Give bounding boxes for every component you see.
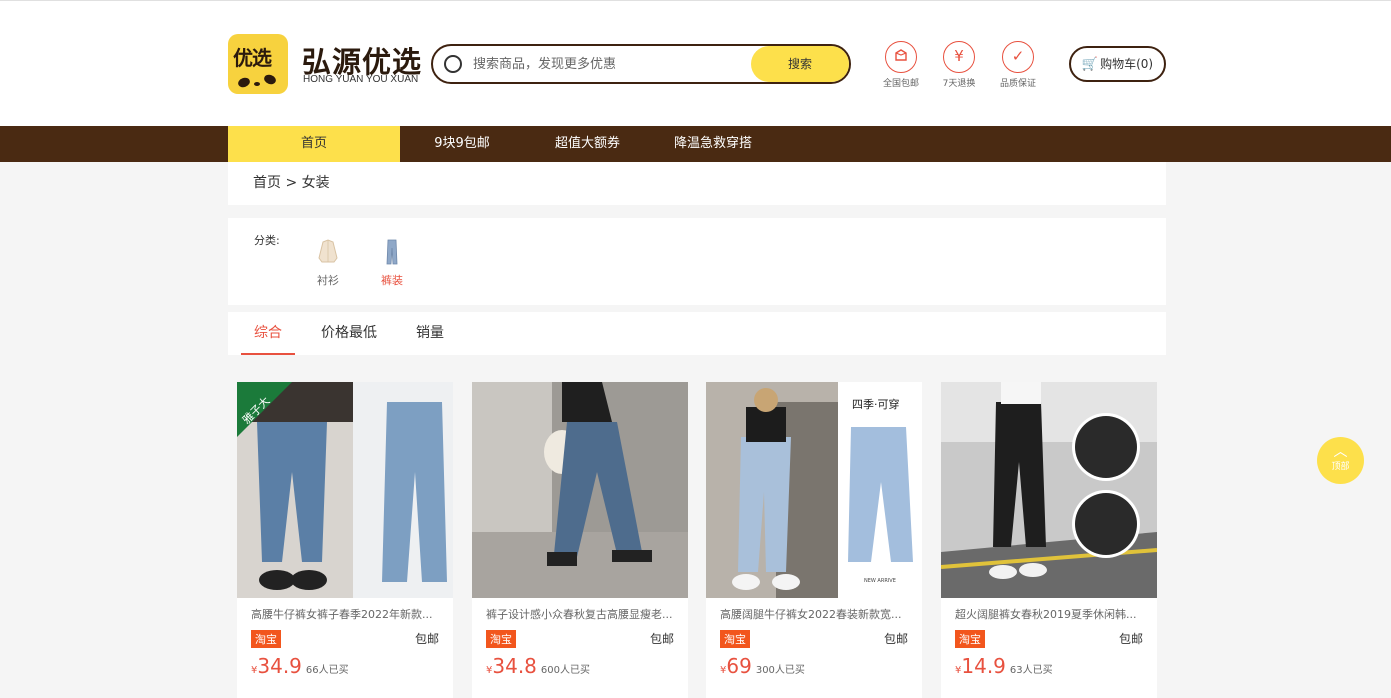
sort-tab-sales[interactable]: 销量 (412, 312, 448, 355)
search-icon (444, 55, 462, 73)
category-name: 衬衫 (317, 274, 339, 287)
breadcrumb[interactable]: 首页 > 女装 (228, 162, 1166, 205)
cart-label: 购物车(0) (1100, 57, 1154, 71)
nav-item-coupon[interactable]: 超值大额券 (540, 126, 635, 162)
panda-nose-icon (254, 82, 260, 86)
shipping-label: 包邮 (414, 632, 439, 646)
back-to-top-label: 顶部 (1331, 462, 1350, 472)
panda-eye-icon (236, 76, 252, 89)
product-banner-sub: NEW ARRIVE (864, 578, 896, 584)
nav-item-home[interactable]: 首页 (228, 126, 400, 162)
price-row: ¥69 300人已买 (720, 654, 908, 678)
shipping-label: 包邮 (883, 632, 908, 646)
product-meta: 淘宝 包邮 (486, 628, 674, 652)
price: 14.9 (961, 654, 1006, 678)
price: 34.9 (257, 654, 302, 678)
package-icon (885, 41, 917, 73)
pants-icon (379, 238, 405, 266)
product-image[interactable]: 四季·可穿 NEW ARRIVE (706, 382, 922, 598)
product-meta: 淘宝 包邮 (720, 628, 908, 652)
platform-badge: 淘宝 (955, 630, 985, 648)
price: 69 (726, 654, 752, 678)
feature-free-shipping: 全国包邮 (873, 41, 929, 89)
product-banner-text: 四季·可穿 (852, 397, 900, 411)
search-bar: 搜索 (431, 44, 851, 84)
sold-count: 600人已买 (540, 665, 590, 676)
category-item-pants[interactable]: 裤装 (372, 238, 412, 288)
product-image[interactable] (941, 382, 1157, 598)
feature-7-day-return: ¥ 7天退换 (931, 41, 987, 89)
search-button[interactable]: 搜索 (751, 46, 849, 82)
feature-label: 全国包邮 (882, 79, 919, 89)
nav-item-9-9[interactable]: 9块9包邮 (420, 126, 504, 162)
category-label: 分类: (254, 234, 280, 247)
sort-bar: 综合 价格最低 销量 (228, 312, 1166, 355)
logo[interactable]: 优选 (228, 34, 288, 94)
shipping-label: 包邮 (1118, 632, 1143, 646)
category-item-shirt[interactable]: 衬衫 (308, 238, 348, 288)
cart-button[interactable]: 🛒 购物车(0) (1069, 46, 1166, 82)
product-title[interactable]: 高腰阔腿牛仔裤女2022春装新款宽... (720, 606, 908, 622)
check-icon: ✓ (1002, 41, 1034, 73)
panda-eye-icon (262, 73, 278, 86)
product-card[interactable]: 裤子设计感小众春秋复古高腰显瘦老... 淘宝 包邮 ¥34.8 600人已买 (472, 382, 688, 698)
product-title[interactable]: 超火阔腿裤女春秋2019夏季休闲韩... (955, 606, 1143, 622)
category-filter: 分类: 衬衫 裤装 (228, 218, 1166, 305)
feature-label: 品质保证 (999, 79, 1036, 89)
sort-tab-price[interactable]: 价格最低 (318, 312, 380, 355)
platform-badge: 淘宝 (486, 630, 516, 648)
logo-text: 优选 (233, 46, 272, 70)
price-row: ¥34.8 600人已买 (486, 654, 674, 678)
price-row: ¥14.9 63人已买 (955, 654, 1143, 678)
site-header: 优选 弘源优选 HONG YUAN YOU XUAN 搜索 全国包邮 ¥ 7天退… (0, 1, 1391, 126)
price: 34.8 (492, 654, 537, 678)
chevron-up-icon: ︿ (1333, 444, 1348, 460)
price-row: ¥34.9 66人已买 (251, 654, 439, 678)
platform-badge: 淘宝 (251, 630, 281, 648)
back-to-top-button[interactable]: ︿ 顶部 (1317, 437, 1364, 484)
product-meta: 淘宝 包邮 (955, 628, 1143, 652)
product-image[interactable] (472, 382, 688, 598)
cart-icon: 🛒 (1081, 57, 1099, 72)
search-input[interactable] (473, 52, 743, 76)
shirt-icon (315, 238, 341, 266)
product-card[interactable]: 雅子大 高腰牛仔裤女裤子春季2022年新款... 淘宝 包邮 ¥34.9 66人已… (237, 382, 453, 698)
product-image[interactable]: 雅子大 (237, 382, 453, 598)
brand-pinyin: HONG YUAN YOU XUAN (303, 74, 419, 85)
sold-count: 300人已买 (755, 665, 805, 676)
yen-refund-icon: ¥ (943, 41, 975, 73)
feature-quality: ✓ 品质保证 (990, 41, 1046, 89)
product-card[interactable]: 超火阔腿裤女春秋2019夏季休闲韩... 淘宝 包邮 ¥14.9 63人已买 (941, 382, 1157, 698)
category-name: 裤装 (381, 274, 403, 287)
product-card[interactable]: 四季·可穿 NEW ARRIVE 高腰阔腿牛仔裤女2022春装新款宽... 淘宝… (706, 382, 922, 698)
product-meta: 淘宝 包邮 (251, 628, 439, 652)
product-title[interactable]: 裤子设计感小众春秋复古高腰显瘦老... (486, 606, 674, 622)
main-nav: 首页 9块9包邮 超值大额券 降温急救穿搭 (0, 126, 1391, 162)
sold-count: 63人已买 (1009, 665, 1053, 676)
platform-badge: 淘宝 (720, 630, 750, 648)
sold-count: 66人已买 (305, 665, 349, 676)
sort-tab-default[interactable]: 综合 (241, 312, 295, 355)
nav-item-outfit[interactable]: 降温急救穿搭 (666, 126, 760, 162)
shipping-label: 包邮 (649, 632, 674, 646)
product-title[interactable]: 高腰牛仔裤女裤子春季2022年新款... (251, 606, 439, 622)
feature-label: 7天退换 (942, 79, 976, 89)
